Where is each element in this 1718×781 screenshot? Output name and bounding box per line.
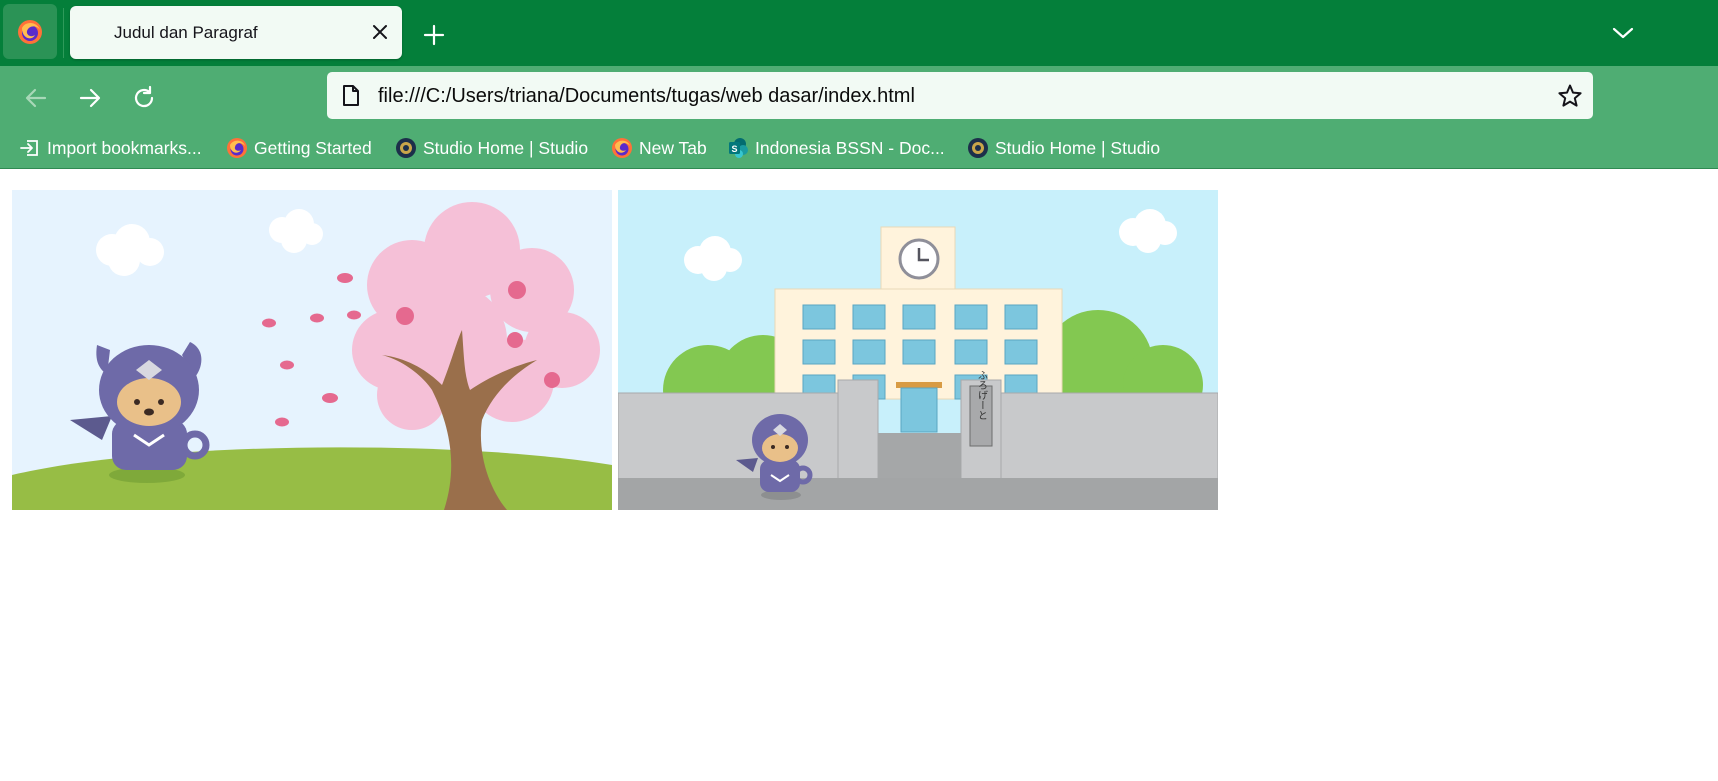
- sharepoint-icon: S: [729, 138, 748, 158]
- bookmark-label: Getting Started: [254, 137, 372, 158]
- bookmark-import[interactable]: Import bookmarks...: [19, 135, 202, 161]
- tab-title: Judul dan Paragraf: [114, 23, 258, 42]
- forward-icon[interactable]: [76, 84, 104, 112]
- svg-text:S: S: [731, 144, 737, 154]
- star-icon[interactable]: [1557, 83, 1583, 109]
- bookmark-label: New Tab: [639, 137, 707, 158]
- bookmarks-toolbar: Import bookmarks... Getting Started Stud…: [0, 128, 1718, 169]
- navigation-toolbar: file:///C:/Users/triana/Documents/tugas/…: [0, 66, 1718, 128]
- url-text: file:///C:/Users/triana/Documents/tugas/…: [378, 85, 915, 107]
- tab-active[interactable]: Judul dan Paragraf: [70, 6, 402, 59]
- bookmark-studio-home[interactable]: Studio Home | Studio: [395, 135, 588, 161]
- bookmark-new-tab[interactable]: New Tab: [611, 135, 707, 161]
- school-illustration: ふろげーと: [618, 190, 1218, 510]
- new-tab-icon[interactable]: [421, 22, 447, 48]
- studio-icon: [968, 138, 988, 158]
- address-bar[interactable]: file:///C:/Users/triana/Documents/tugas/…: [327, 72, 1593, 119]
- bookmark-bssn-doc[interactable]: S Indonesia BSSN - Doc...: [727, 135, 945, 161]
- cherry-blossom-image: [12, 190, 612, 510]
- studio-icon: [396, 138, 416, 158]
- chevron-down-icon[interactable]: [1610, 22, 1636, 44]
- bookmark-label: Import bookmarks...: [47, 137, 202, 158]
- tab-strip: Judul dan Paragraf: [0, 0, 1718, 66]
- firefox-icon: [612, 138, 632, 158]
- back-icon[interactable]: [22, 84, 50, 112]
- cherry-blossom-illustration: [12, 190, 612, 510]
- bookmark-studio-home-2[interactable]: Studio Home | Studio: [967, 135, 1160, 161]
- page-icon: [343, 85, 359, 106]
- reload-icon[interactable]: [130, 84, 158, 112]
- firefox-menu-button[interactable]: [3, 4, 57, 59]
- page-content: ふろげーと: [0, 169, 1718, 781]
- tab-separator: [63, 8, 64, 58]
- bookmark-label: Studio Home | Studio: [423, 137, 589, 158]
- bookmark-getting-started[interactable]: Getting Started: [226, 135, 372, 161]
- bookmark-label: Indonesia BSSN - Doc...: [755, 137, 945, 158]
- firefox-icon: [227, 138, 247, 158]
- firefox-icon: [18, 19, 42, 44]
- import-icon: [20, 140, 38, 156]
- school-image: ふろげーと: [618, 190, 1218, 510]
- gate-sign-text: ふろげーと: [976, 370, 988, 420]
- close-icon[interactable]: [370, 22, 390, 42]
- bookmark-label: Studio Home | Studio: [995, 137, 1161, 158]
